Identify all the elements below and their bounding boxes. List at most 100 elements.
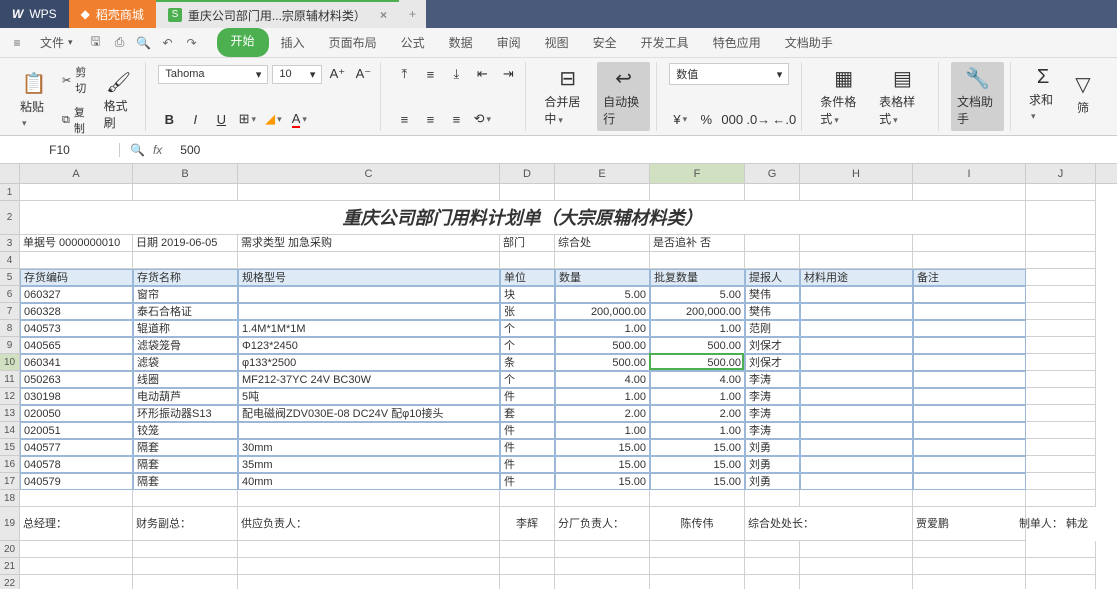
grid[interactable]: 重庆公司部门用料计划单（大宗原辅材料类）单据号 0000000010日期 201… — [20, 184, 1117, 589]
cell[interactable] — [800, 354, 913, 371]
cell[interactable] — [238, 184, 500, 201]
tab-doc-helper[interactable]: 文档助手 — [773, 28, 845, 57]
cell[interactable]: 综合处处长： — [745, 507, 913, 541]
cell[interactable]: 2.00 — [555, 405, 650, 422]
row-header[interactable]: 14 — [0, 422, 19, 439]
cell[interactable]: 分厂负责人： — [555, 507, 650, 541]
row-header[interactable]: 19 — [0, 507, 19, 541]
cell[interactable]: 规格型号 — [238, 269, 500, 286]
cell[interactable] — [238, 558, 500, 575]
align-right-button[interactable]: ≡ — [445, 108, 467, 130]
cell[interactable]: 电动葫芦 — [133, 388, 238, 405]
cell[interactable] — [800, 286, 913, 303]
col-header[interactable]: D — [500, 164, 555, 183]
cell[interactable] — [133, 252, 238, 269]
cell[interactable]: 500.00 — [555, 337, 650, 354]
cell[interactable] — [650, 252, 745, 269]
cell[interactable] — [500, 558, 555, 575]
formula-input[interactable]: 500 — [172, 143, 1117, 157]
cell[interactable] — [745, 490, 800, 507]
cell[interactable] — [555, 575, 650, 589]
add-tab-button[interactable]: + — [399, 0, 426, 28]
cell[interactable] — [913, 371, 1026, 388]
cell[interactable]: 泰石合格证 — [133, 303, 238, 320]
row-header[interactable]: 4 — [0, 252, 19, 269]
align-middle-button[interactable]: ≡ — [419, 63, 441, 85]
increase-font-button[interactable]: A⁺ — [326, 63, 348, 85]
cell[interactable]: 1.00 — [650, 388, 745, 405]
preview-icon[interactable]: 🔍 — [135, 34, 153, 52]
cell[interactable]: 存货编码 — [20, 269, 133, 286]
cell[interactable]: 1.00 — [555, 320, 650, 337]
cell[interactable]: 窗帘 — [133, 286, 238, 303]
file-menu[interactable]: 文件▾ — [34, 32, 79, 53]
cell[interactable] — [800, 371, 913, 388]
cell[interactable] — [133, 575, 238, 589]
cell[interactable]: 030198 — [20, 388, 133, 405]
cell[interactable]: 个 — [500, 320, 555, 337]
cell[interactable]: 材料用途 — [800, 269, 913, 286]
row-header[interactable]: 7 — [0, 303, 19, 320]
cell[interactable]: 供应负责人： — [238, 507, 500, 541]
cell[interactable] — [1026, 558, 1096, 575]
cell[interactable]: 滤袋笼骨 — [133, 337, 238, 354]
title-cell[interactable]: 重庆公司部门用料计划单（大宗原辅材料类） — [20, 201, 1026, 235]
cell[interactable]: 陈传伟 — [650, 507, 745, 541]
cell[interactable]: 隔套 — [133, 456, 238, 473]
cell[interactable] — [1026, 490, 1096, 507]
cell[interactable]: 个 — [500, 337, 555, 354]
cell[interactable]: 30mm — [238, 439, 500, 456]
cell[interactable]: 存货名称 — [133, 269, 238, 286]
cell[interactable] — [913, 473, 1026, 490]
row-header[interactable]: 3 — [0, 235, 19, 252]
cell[interactable] — [913, 252, 1026, 269]
tab-layout[interactable]: 页面布局 — [317, 28, 389, 57]
tab-review[interactable]: 审阅 — [485, 28, 533, 57]
cell[interactable] — [555, 490, 650, 507]
cell[interactable]: 综合处 — [555, 235, 650, 252]
cell[interactable] — [133, 184, 238, 201]
cell[interactable]: 环形振动器S13 — [133, 405, 238, 422]
row-header[interactable]: 13 — [0, 405, 19, 422]
cell[interactable] — [20, 252, 133, 269]
cell[interactable]: 件 — [500, 473, 555, 490]
cell[interactable]: 范刚 — [745, 320, 800, 337]
cell[interactable] — [500, 541, 555, 558]
cell[interactable] — [913, 184, 1026, 201]
cell[interactable]: 060341 — [20, 354, 133, 371]
cell[interactable]: 单据号 0000000010 — [20, 235, 133, 252]
cell[interactable] — [1026, 269, 1096, 286]
cell[interactable] — [745, 558, 800, 575]
cell[interactable] — [800, 456, 913, 473]
cell[interactable]: 1.00 — [650, 422, 745, 439]
cell[interactable]: 040579 — [20, 473, 133, 490]
cell[interactable]: 040565 — [20, 337, 133, 354]
cell[interactable] — [1026, 184, 1096, 201]
border-button[interactable]: ⊞ — [236, 108, 258, 130]
row-header[interactable]: 10 — [0, 354, 19, 371]
cell[interactable]: MF212-37YC 24V BC30W — [238, 371, 500, 388]
row-header[interactable]: 21 — [0, 558, 19, 575]
close-tab-icon[interactable]: × — [380, 8, 387, 22]
cell[interactable] — [500, 252, 555, 269]
table-style-button[interactable]: ▤表格样式 — [873, 62, 932, 131]
cell[interactable]: 件 — [500, 388, 555, 405]
col-header[interactable]: F — [650, 164, 745, 183]
cell[interactable]: 李涛 — [745, 405, 800, 422]
cell[interactable] — [500, 490, 555, 507]
cell[interactable]: 日期 2019-06-05 — [133, 235, 238, 252]
cell[interactable] — [238, 575, 500, 589]
comma-button[interactable]: 000 — [721, 108, 743, 130]
indent-decrease-button[interactable]: ⇤ — [471, 63, 493, 85]
cell[interactable] — [20, 541, 133, 558]
cell[interactable]: 刘勇 — [745, 439, 800, 456]
row-header[interactable]: 8 — [0, 320, 19, 337]
doc-helper-button[interactable]: 🔧文档助手 — [951, 62, 1004, 131]
cell[interactable] — [1026, 456, 1096, 473]
cell[interactable] — [238, 541, 500, 558]
cell[interactable]: 隔套 — [133, 473, 238, 490]
cell[interactable] — [913, 575, 1026, 589]
cell[interactable]: φ133*2500 — [238, 354, 500, 371]
cell[interactable] — [650, 184, 745, 201]
cell[interactable] — [800, 320, 913, 337]
